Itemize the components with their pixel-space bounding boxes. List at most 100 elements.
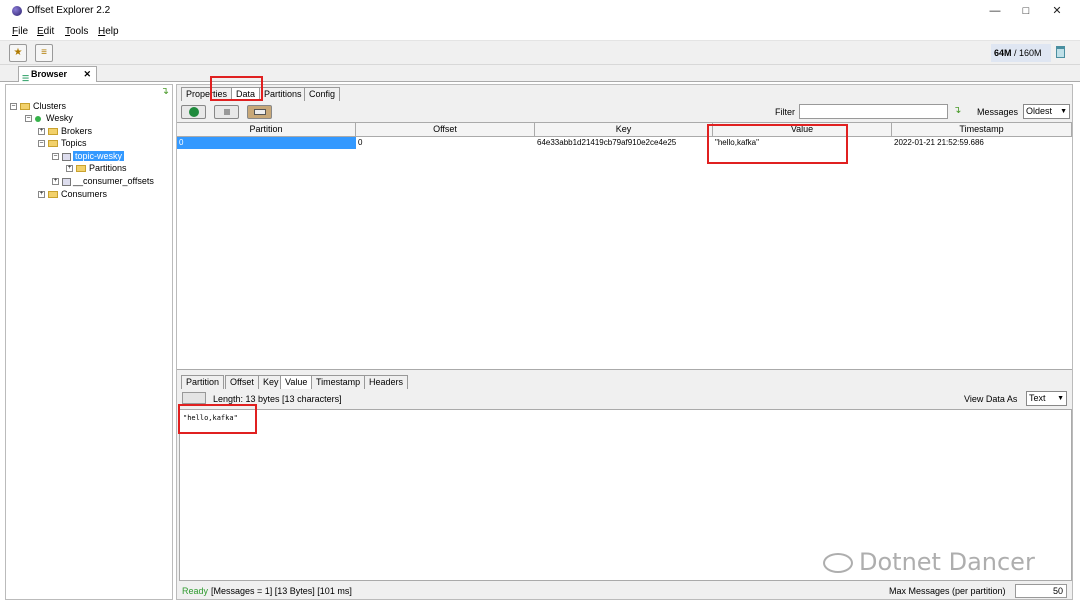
memory-used: 64M	[994, 48, 1012, 58]
main-tab-strip: ☰ Browser ✕	[0, 65, 1080, 83]
column-header-key[interactable]: Key	[535, 123, 713, 137]
folder-icon	[48, 140, 58, 148]
status-ready: Ready	[182, 586, 209, 596]
copy-value-button[interactable]	[182, 392, 206, 404]
view-data-as-select[interactable]: Text ▼	[1026, 391, 1067, 406]
title-bar: Offset Explorer 2.2 — □ ✕	[0, 0, 1080, 23]
messages-order-select[interactable]: Oldest ▼	[1023, 104, 1070, 119]
status-bar: Ready [Messages = 1] [13 Bytes] [101 ms]…	[177, 583, 1072, 599]
tab-detail-timestamp[interactable]: Timestamp	[311, 375, 366, 389]
close-window-button[interactable]: ✕	[1042, 2, 1072, 20]
tab-browser[interactable]: ☰ Browser ✕	[18, 66, 97, 83]
chevron-down-icon: ▼	[1060, 108, 1067, 115]
menu-edit-label: dit	[43, 26, 55, 37]
tree-label: Brokers	[61, 126, 93, 136]
tree-item-consumers[interactable]: + Consumers	[38, 188, 107, 200]
view-data-as-value: Text	[1029, 393, 1046, 403]
connected-status-icon	[35, 115, 41, 122]
add-connection-icon[interactable]: ★	[9, 44, 27, 62]
tab-data[interactable]: Data	[231, 87, 261, 101]
tree-label: Consumers	[61, 189, 108, 199]
collapse-icon[interactable]: –	[10, 103, 17, 111]
folder-icon	[76, 165, 86, 173]
apply-filter-icon[interactable]: ↴	[953, 105, 961, 116]
menu-file-label: ile	[18, 26, 29, 37]
tab-detail-value[interactable]: Value	[280, 375, 313, 389]
folder-icon	[48, 191, 58, 199]
expand-icon[interactable]: +	[66, 165, 73, 173]
max-messages-input[interactable]: 50	[1015, 584, 1067, 598]
topic-icon	[62, 152, 71, 161]
list-view-icon	[254, 109, 266, 115]
messages-label: Messages	[977, 107, 1019, 117]
filter-input[interactable]	[799, 104, 948, 119]
memory-indicator: 64M / 160M	[991, 44, 1051, 62]
tree-label: Topics	[61, 138, 87, 148]
menu-tools-label: ools	[70, 26, 89, 37]
folder-icon	[20, 103, 30, 111]
cell-value[interactable]: "hello,kafka"	[713, 137, 892, 149]
collapse-icon[interactable]: –	[25, 115, 32, 123]
play-icon	[189, 107, 199, 117]
toolbar: ★ ≡ 64M / 160M	[0, 41, 1080, 65]
minimize-button[interactable]: —	[980, 2, 1010, 20]
tab-detail-partition[interactable]: Partition	[181, 375, 225, 389]
max-messages-label: Max Messages (per partition)	[889, 586, 1006, 596]
tab-properties[interactable]: Properties	[181, 87, 233, 101]
tree-item-cluster-wesky[interactable]: – Wesky	[25, 112, 73, 124]
column-header-value[interactable]: Value	[713, 123, 892, 137]
tree-item-topics[interactable]: – Topics	[38, 137, 87, 149]
watermark-text: Dotnet Dancer	[859, 548, 1035, 576]
tab-browser-label: Browser	[31, 69, 68, 79]
menu-help[interactable]: Help	[98, 26, 119, 37]
menu-file[interactable]: File	[12, 26, 28, 37]
folder-icon	[48, 128, 58, 136]
tree-label: Partitions	[89, 163, 127, 173]
tree-label: Clusters	[33, 101, 67, 111]
tree-label-selected: topic-wesky	[73, 151, 125, 161]
value-length: Length: 13 bytes [13 characters]	[213, 394, 342, 404]
value-content: "hello,kafka"	[183, 414, 238, 422]
cell-timestamp[interactable]: 2022-01-21 21:52:59.686	[892, 137, 1072, 149]
cell-partition[interactable]: 0	[177, 137, 356, 149]
tab-detail-headers[interactable]: Headers	[364, 375, 409, 389]
tree-item-brokers[interactable]: + Brokers	[38, 125, 92, 137]
filter-label: Filter	[775, 107, 795, 117]
cell-key[interactable]: 64e33abb1d21419cb79af910e2ce4e25	[535, 137, 713, 149]
watermark: Dotnet Dancer	[823, 548, 1035, 576]
collapse-icon[interactable]: –	[38, 140, 45, 148]
expand-icon[interactable]: +	[38, 128, 45, 136]
stop-icon	[224, 109, 230, 115]
tree-item-clusters[interactable]: – Clusters	[10, 100, 66, 112]
expand-icon[interactable]: +	[52, 178, 59, 186]
tab-detail-offset[interactable]: Offset	[225, 375, 259, 389]
stop-button[interactable]	[214, 105, 239, 119]
tab-close-icon[interactable]: ✕	[83, 67, 91, 82]
collapse-icon[interactable]: –	[52, 153, 59, 161]
menu-tools[interactable]: Tools	[65, 26, 88, 37]
value-detail-header: Length: 13 bytes [13 characters] View Da…	[177, 390, 1072, 407]
garbage-collect-icon[interactable]	[1056, 46, 1065, 58]
maximize-button[interactable]: □	[1011, 2, 1041, 20]
menu-edit[interactable]: Edit	[37, 26, 54, 37]
column-header-offset[interactable]: Offset	[356, 123, 535, 137]
menu-edit-mnemonic: E	[37, 26, 44, 37]
cell-offset[interactable]: 0	[356, 137, 535, 149]
menu-bar: File Edit Tools Help	[0, 23, 1080, 41]
app-logo-icon	[12, 6, 22, 16]
expand-icon[interactable]: +	[38, 191, 45, 199]
play-button[interactable]	[181, 105, 206, 119]
column-header-timestamp[interactable]: Timestamp	[892, 123, 1072, 137]
view-data-as-label: View Data As	[964, 394, 1018, 404]
tree-item-consumer-offsets[interactable]: + __consumer_offsets	[52, 175, 154, 187]
tree-item-partitions[interactable]: + Partitions	[66, 162, 127, 174]
tree-refresh-icon[interactable]: ≡	[35, 44, 53, 62]
tree-label: Wesky	[46, 113, 73, 123]
tree-item-topic-wesky[interactable]: – topic-wesky	[52, 150, 125, 162]
view-toggle-button[interactable]	[247, 105, 272, 119]
tab-partitions[interactable]: Partitions	[259, 87, 307, 101]
tab-config[interactable]: Config	[304, 87, 341, 101]
sync-tree-icon[interactable]: ↴	[161, 86, 169, 97]
topic-icon	[62, 177, 71, 186]
column-header-partition[interactable]: Partition	[177, 123, 356, 137]
